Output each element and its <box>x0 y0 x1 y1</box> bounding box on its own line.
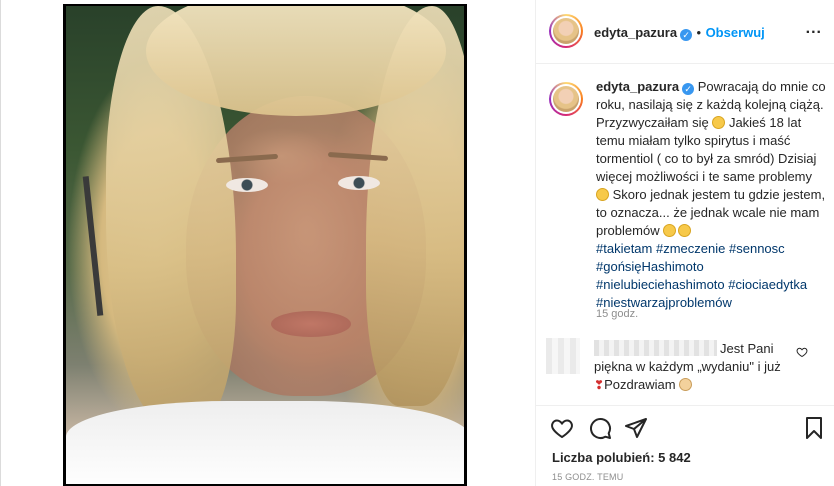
avatar[interactable] <box>549 14 583 48</box>
lips <box>271 311 351 337</box>
hashtag-takietam[interactable]: #takietam <box>596 241 652 256</box>
hashtag-zmeczenie[interactable]: #zmeczenie <box>656 241 725 256</box>
post-media <box>1 0 535 486</box>
post-photo[interactable] <box>66 6 464 484</box>
shirt <box>66 401 464 484</box>
photo-frame <box>63 4 467 486</box>
hashtag-sennosc[interactable]: #sennosc <box>729 241 785 256</box>
dot-separator: • <box>696 25 702 40</box>
comment-icon[interactable] <box>588 416 612 440</box>
post-actions: Liczba polubień: 5 842 15 GODZ. TEMU <box>536 406 834 486</box>
tongue-emoji-icon <box>678 224 692 237</box>
post-header: edyta_pazura ✓ • Obserwuj ... <box>536 0 834 64</box>
comment-avatar-blurred[interactable] <box>546 338 580 374</box>
verified-badge-icon: ✓ <box>682 83 695 95</box>
share-icon[interactable] <box>624 416 648 440</box>
upside-down-emoji-icon <box>663 224 677 237</box>
post-sidebar: edyta_pazura ✓ • Obserwuj ... edyta_pazur… <box>535 0 834 486</box>
background-pole <box>82 176 104 316</box>
heart-icon[interactable] <box>550 416 574 440</box>
grin-emoji-icon <box>712 116 726 129</box>
comment-text-2: Pozdrawiam <box>604 377 676 392</box>
instagram-post: edyta_pazura ✓ • Obserwuj ... edyta_pazur… <box>0 0 834 486</box>
more-options-icon[interactable]: ... <box>806 20 822 38</box>
caption-timestamp[interactable]: 15 godz. <box>596 308 638 320</box>
clap-emoji-icon <box>679 378 693 391</box>
hashtag-nielubieciehashimoto[interactable]: #nielubieciehashimoto <box>596 277 725 292</box>
verified-badge-icon: ✓ <box>680 29 693 41</box>
smile-emoji-icon <box>596 188 609 201</box>
hashtag-gonsiehashimoto[interactable]: #gońsięHashimoto <box>596 259 704 274</box>
eye-right <box>338 176 380 190</box>
likes-count[interactable]: Liczba polubień: 5 842 <box>552 450 691 465</box>
caption-text-3: Skoro jednak jestem tu gdzie jestem, to … <box>596 187 826 238</box>
hashtag-ciociaedytka[interactable]: #ciociaedytka <box>728 277 807 292</box>
comment: Jest Pani piękna w każdym „wydaniu" i ju… <box>594 340 794 394</box>
username[interactable]: edyta_pazura <box>594 25 677 40</box>
post-caption: edyta_pazura ✓ Powracają do mnie co roku,… <box>596 78 826 312</box>
eye-left <box>226 178 268 192</box>
caption-avatar[interactable] <box>549 82 583 116</box>
follow-button[interactable]: Obserwuj <box>706 25 765 40</box>
heart-exclamation-icon: ❣ <box>594 378 605 392</box>
caption-username[interactable]: edyta_pazura <box>596 79 679 94</box>
comments-area: edyta_pazura ✓ Powracają do mnie co roku,… <box>536 64 834 406</box>
post-time[interactable]: 15 GODZ. TEMU <box>552 472 623 482</box>
comment-text: Jest Pani piękna w każdym „wydaniu" i ju… <box>594 341 781 374</box>
bookmark-icon[interactable] <box>802 416 826 440</box>
comment-like-heart-icon[interactable] <box>796 346 808 358</box>
